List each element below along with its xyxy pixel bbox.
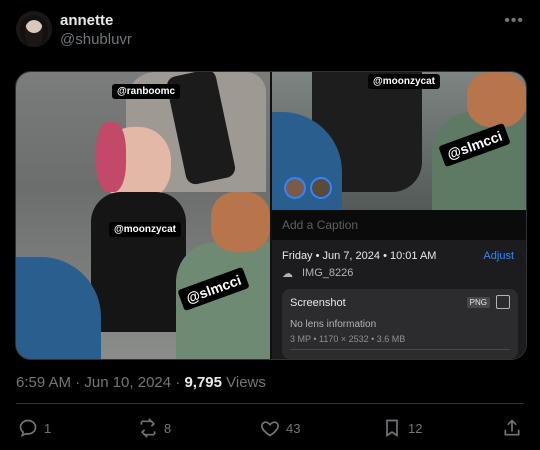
tag-moonzycat-right: @moonzycat — [368, 74, 440, 89]
tag-moonzycat-left: @moonzycat — [109, 222, 181, 237]
scan-icon[interactable] — [496, 295, 510, 309]
divider — [290, 349, 510, 350]
views-label: Views — [221, 374, 266, 391]
like-count: 43 — [286, 420, 301, 436]
user-handle[interactable]: @shubluvr — [60, 31, 132, 48]
screenshot-card: Screenshot PNG No lens information 3 MP … — [282, 289, 518, 359]
adjust-button[interactable]: Adjust — [483, 250, 514, 262]
media-grid: @ranboomc @moonzycat @slmcci @moonzycat … — [15, 71, 527, 360]
more-icon[interactable]: ••• — [504, 12, 524, 30]
display-name[interactable]: annette — [60, 12, 113, 29]
views-count: 9,795 — [184, 374, 222, 391]
like-button[interactable]: 43 — [260, 418, 300, 438]
tag-ranboomc: @ranboomc — [112, 84, 181, 99]
lens-info: No lens information — [290, 319, 377, 330]
format-badge: PNG — [466, 297, 490, 308]
share-icon — [504, 419, 520, 436]
repost-count: 8 — [164, 420, 172, 436]
caption-placeholder[interactable]: Add a Caption — [282, 218, 358, 232]
post-timestamp[interactable]: 6:59 AM · Jun 10, 2024 · 9,795 Views — [16, 374, 266, 391]
reply-button[interactable]: 1 — [18, 418, 51, 438]
repost-button[interactable]: 8 — [138, 418, 171, 438]
photo-date: Friday • Jun 7, 2024 • 10:01 AM — [282, 250, 437, 262]
bookmark-button[interactable]: 12 — [382, 418, 422, 438]
image-specs: 3 MP • 1170 × 2532 • 3.6 MB — [290, 334, 406, 344]
left-photo[interactable]: @ranboomc @moonzycat @slmcci — [16, 72, 270, 359]
share-button[interactable] — [502, 418, 522, 438]
post-time[interactable]: 6:59 AM · Jun 10, 2024 · — [16, 374, 184, 391]
image-name: IMG_8226 — [302, 267, 354, 279]
card-title: Screenshot — [290, 297, 346, 309]
right-photo[interactable]: @moonzycat @slmcci Add a Caption Friday … — [272, 72, 526, 359]
avatar[interactable] — [16, 11, 52, 47]
bookmark-icon — [386, 419, 398, 438]
bookmark-count: 12 — [408, 420, 423, 436]
divider — [16, 403, 524, 404]
like-icon — [261, 421, 279, 437]
reply-count: 1 — [44, 420, 52, 436]
reply-icon — [19, 419, 37, 438]
repost-icon — [140, 418, 156, 438]
cloud-icon: ☁ — [282, 268, 293, 280]
